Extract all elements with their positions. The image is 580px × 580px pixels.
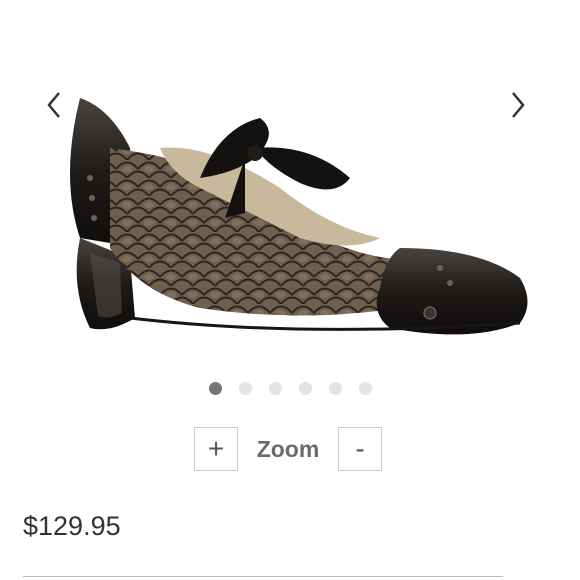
- divider: [23, 576, 503, 577]
- pagination-dot[interactable]: [358, 382, 372, 395]
- product-image[interactable]: [50, 88, 540, 368]
- pagination-dot[interactable]: [268, 382, 282, 395]
- image-pagination: [0, 382, 580, 395]
- pagination-dot[interactable]: [328, 382, 342, 395]
- pagination-dot[interactable]: [238, 382, 252, 395]
- zoom-controls: + Zoom -: [194, 427, 382, 471]
- zoom-label: Zoom: [256, 435, 320, 462]
- zoom-out-button[interactable]: -: [338, 427, 382, 471]
- pagination-dot[interactable]: [208, 382, 222, 395]
- pagination-dot[interactable]: [298, 382, 312, 395]
- zoom-in-button[interactable]: +: [194, 427, 238, 471]
- product-price: $129.95: [23, 511, 121, 541]
